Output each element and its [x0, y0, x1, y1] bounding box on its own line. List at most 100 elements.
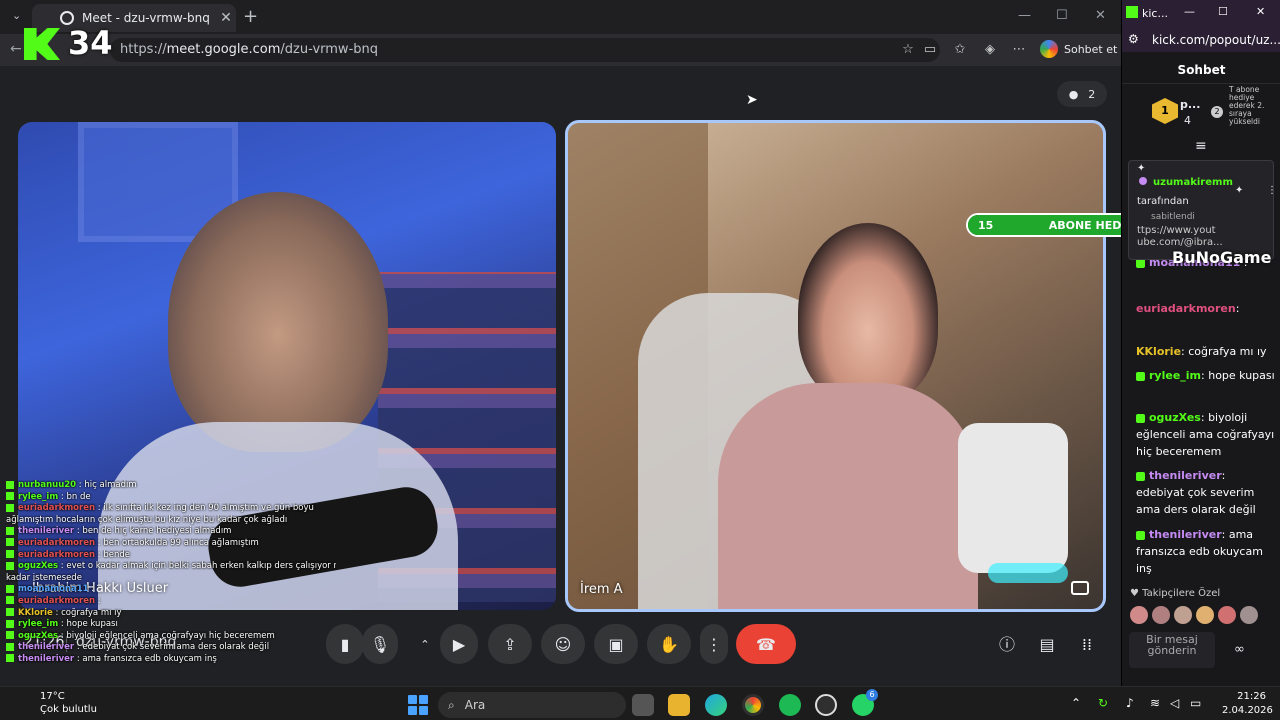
camera-icon[interactable]: ▭: [922, 42, 938, 58]
url-text[interactable]: https://meet.google.com/dzu-vrmw-bnq: [120, 42, 378, 57]
kick-badge-icon: [6, 631, 14, 640]
captions-button[interactable]: ▣: [594, 624, 638, 664]
chat-input[interactable]: Bir mesaj gönderin: [1129, 632, 1215, 668]
tray-app-icon[interactable]: ↻: [1098, 696, 1108, 710]
weather-text: Çok bulutlu: [40, 704, 97, 715]
show-hidden-icons-icon[interactable]: ⌃: [1071, 696, 1081, 710]
new-tab-icon[interactable]: +: [243, 6, 258, 27]
emote-icon[interactable]: [1152, 606, 1170, 624]
chat-message: oguzXes: biyoloji eğlenceli ama coğrafya…: [1136, 411, 1275, 458]
kick-badge-icon: [6, 480, 14, 489]
emote-icon[interactable]: [1240, 606, 1258, 624]
kick-titlebar: kic... — ☐ ✕: [1122, 0, 1280, 28]
pinned-user: uzumakiremm: [1153, 177, 1233, 188]
task-view-icon[interactable]: [632, 694, 654, 716]
leave-call-button[interactable]: ☎: [736, 624, 796, 664]
maximize-icon[interactable]: ☐: [1056, 8, 1068, 23]
meeting-info-icon[interactable]: ⓘ: [996, 634, 1018, 656]
emote-icon[interactable]: [1218, 606, 1236, 624]
reactions-button[interactable]: ☺: [541, 624, 585, 664]
obs-icon[interactable]: [815, 694, 837, 716]
battery-icon[interactable]: ▭: [1190, 696, 1201, 710]
emote-icon[interactable]: [1130, 606, 1148, 624]
chevron-up-icon: ⌃: [420, 637, 430, 651]
chat-icon[interactable]: ▤: [1036, 634, 1058, 656]
emote-row[interactable]: [1130, 606, 1276, 626]
more-menu-icon[interactable]: ⋯: [1011, 42, 1027, 58]
favorites-icon[interactable]: ✩: [952, 42, 968, 58]
taskbar-search[interactable]: ⌕ Ara: [438, 692, 626, 718]
person-irem: [798, 223, 938, 403]
camera-options-button[interactable]: ⌃: [410, 624, 440, 664]
wifi-icon[interactable]: ≋: [1150, 696, 1160, 710]
hang-up-icon: ☎: [756, 634, 776, 654]
chat-message: KKlorie: coğrafya mı ıy: [1136, 345, 1267, 358]
kick-minimize-icon[interactable]: —: [1184, 5, 1195, 18]
raise-hand-button[interactable]: ✋: [647, 624, 691, 664]
emote-icon[interactable]: [1174, 606, 1192, 624]
video-camera-icon: ▶: [452, 634, 466, 654]
meet-favicon-icon: [60, 11, 74, 25]
kick-url-bar[interactable]: ⚙ kick.com/popout/uz...: [1122, 28, 1280, 52]
overlay-chat-user: euriadarkmoren: [18, 537, 96, 548]
kick-maximize-icon[interactable]: ☐: [1218, 5, 1228, 18]
avatar: [1139, 177, 1147, 185]
kick-chat-window: kic... — ☐ ✕ ⚙ kick.com/popout/uz... Soh…: [1121, 0, 1280, 686]
microphone-tray-icon[interactable]: ♪: [1126, 696, 1134, 710]
overlay-chat-text: coğrafya mı ıy: [61, 607, 122, 618]
weather-widget[interactable]: 17°C Çok bulutlu: [40, 690, 97, 716]
overlay-chat-text: bende: [103, 549, 130, 560]
volume-icon[interactable]: ◁: [1170, 696, 1179, 710]
edge-icon[interactable]: [705, 694, 727, 716]
kick-badge-icon: [6, 642, 14, 651]
clock-time: 21:26: [1237, 691, 1266, 702]
chrome-icon[interactable]: [742, 694, 764, 716]
overlay-chat-text: hope kupası: [66, 619, 118, 630]
overlay-chat-line: euriadarkmoren : ben ortaokulda 99 alınc…: [6, 538, 336, 550]
file-explorer-icon[interactable]: [668, 694, 690, 716]
pip-icon[interactable]: [1071, 581, 1089, 595]
chat-header: Sohbet: [1122, 56, 1280, 84]
emote-picker-icon[interactable]: ∞: [1234, 642, 1245, 657]
taskbar-clock[interactable]: 21:26 2.04.2026: [1222, 690, 1273, 718]
second-rank-badge: 2: [1211, 106, 1223, 118]
start-button[interactable]: [408, 695, 428, 715]
emote-icon[interactable]: [1196, 606, 1214, 624]
overlay-chat-user: euriadarkmoren: [18, 595, 96, 606]
extension-icon[interactable]: ◈: [982, 42, 998, 58]
spotify-icon[interactable]: [779, 694, 801, 716]
participant-count-pill[interactable]: ● 2: [1057, 81, 1107, 107]
pinned-menu-icon[interactable]: ⋮: [1267, 185, 1277, 196]
kick-url: kick.com/popout/uz...: [1152, 33, 1280, 47]
mic-button[interactable]: 🎙: [362, 624, 398, 664]
minimize-icon[interactable]: —: [1018, 8, 1031, 23]
overlay-chat-user: moanamona11: [18, 584, 89, 595]
tab-meet[interactable]: Meet - dzu-vrmw-bnq ✕: [32, 4, 236, 32]
hand-icon: ✋: [659, 634, 679, 654]
present-button[interactable]: ⇪: [488, 624, 532, 664]
video-tile-irem[interactable]: İrem A: [565, 120, 1106, 612]
overlay-chat-line: oguzXes : biyoloji eğlenceli ama coğrafy…: [6, 631, 336, 643]
expand-icon[interactable]: ≡: [1195, 138, 1207, 154]
more-options-button[interactable]: ⋮: [700, 624, 728, 664]
whatsapp-badge: 6: [866, 689, 878, 701]
camera-button[interactable]: ▶: [440, 624, 478, 664]
bookmark-star-icon[interactable]: ☆: [900, 42, 916, 58]
back-icon[interactable]: ←: [10, 41, 22, 57]
copilot-chat-button[interactable]: Sohbet et: [1040, 40, 1117, 58]
sub-badge-icon: [1136, 471, 1145, 481]
site-settings-icon[interactable]: ⚙: [1128, 32, 1139, 46]
close-tab-icon[interactable]: ✕: [216, 10, 236, 26]
overlay-chat-user: oguzXes: [18, 561, 59, 572]
browser-window: ⌄ Meet - dzu-vrmw-bnq ✕ + — ☐ ✕ ← https:…: [0, 0, 1121, 686]
pinned-link[interactable]: ttps://www.yout ube.com/@ibra...: [1137, 225, 1257, 249]
unpin-icon[interactable]: ✦: [1235, 185, 1243, 196]
activities-icon[interactable]: ⁞⁞: [1076, 634, 1098, 656]
close-window-icon[interactable]: ✕: [1095, 8, 1106, 23]
tab-list-icon[interactable]: ⌄: [12, 9, 21, 22]
pin-icon: ✦: [1137, 163, 1146, 174]
kick-close-icon[interactable]: ✕: [1256, 5, 1265, 18]
sweater: [718, 383, 978, 609]
present-screen-icon: ⇪: [503, 634, 517, 654]
overlay-chat-line: thenileriver : ama fransızca edb okuycam…: [6, 654, 336, 666]
